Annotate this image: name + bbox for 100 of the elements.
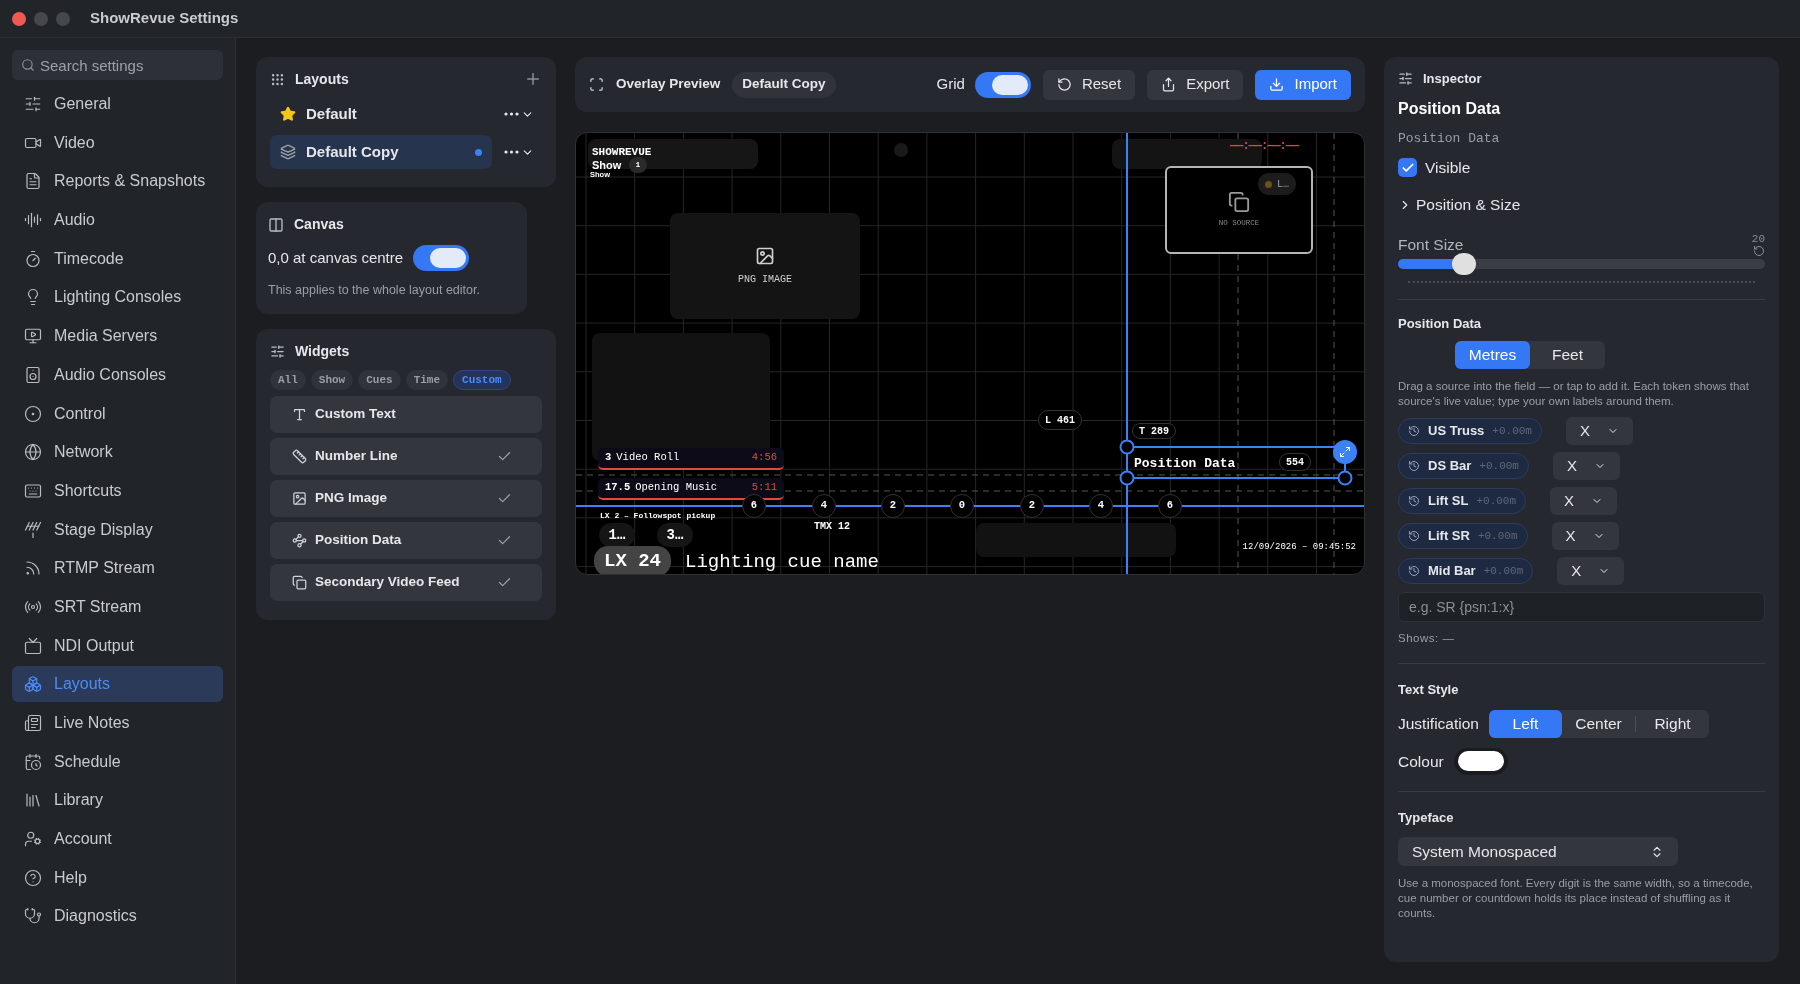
- layout-tag: Default Copy: [732, 71, 836, 98]
- reset-button[interactable]: Reset: [1042, 69, 1136, 100]
- filter-chip[interactable]: All: [270, 369, 306, 390]
- widget-row[interactable]: PNG Image: [270, 479, 542, 517]
- stethoscope-icon: [24, 907, 42, 926]
- typeface-select[interactable]: System Monospaced: [1398, 837, 1678, 867]
- layout-icon: [268, 216, 284, 233]
- slider[interactable]: [1398, 252, 1765, 275]
- brand-text: SHOWREVUE: [592, 145, 652, 160]
- sidebar-item[interactable]: Help: [12, 859, 223, 896]
- sidebar-item[interactable]: RTMP Stream: [12, 550, 223, 587]
- sidebar-item[interactable]: Stage Display: [12, 511, 223, 548]
- ghost-pill: L…: [1258, 173, 1296, 195]
- notes-icon: [24, 714, 42, 732]
- layout-item[interactable]: Default: [270, 97, 492, 131]
- segment-option[interactable]: Left: [1489, 709, 1562, 738]
- grid-toggle[interactable]: [974, 71, 1031, 98]
- widget-label: PNG Image: [315, 489, 388, 508]
- widget-heading: Position Data: [1398, 98, 1502, 119]
- widget-label: Position Data: [315, 531, 402, 550]
- sliders-icon: [1398, 71, 1413, 87]
- ruler-icon: [292, 448, 307, 464]
- source-token[interactable]: Lift SL +0.00m: [1398, 488, 1527, 514]
- scale-handle[interactable]: [1333, 440, 1357, 464]
- card-title: Canvas: [294, 215, 344, 234]
- reset-icon[interactable]: [1753, 244, 1765, 257]
- close-button[interactable]: [12, 11, 26, 26]
- axis-dropdown[interactable]: X: [1551, 522, 1619, 550]
- segment-option[interactable]: Feet: [1530, 341, 1605, 369]
- sidebar-item[interactable]: Reports & Snapshots: [12, 163, 223, 200]
- widget-label: Custom Text: [315, 405, 396, 424]
- checkbox[interactable]: [1398, 158, 1417, 178]
- sidebar-item[interactable]: Control: [12, 395, 223, 432]
- number-line-tick: 2: [881, 494, 905, 518]
- filter-chip[interactable]: Cues: [358, 369, 401, 390]
- sidebar-item[interactable]: Library: [12, 782, 223, 819]
- section-disclosure[interactable]: Position & Size: [1398, 193, 1765, 217]
- source-token[interactable]: US Truss +0.00m: [1398, 418, 1542, 444]
- monitor-play-icon: [24, 327, 42, 346]
- segment-option[interactable]: Right: [1636, 709, 1709, 738]
- search-field[interactable]: Search settings: [12, 50, 223, 80]
- cue-chip: 1…: [599, 523, 635, 547]
- sidebar-item[interactable]: Shortcuts: [12, 472, 223, 509]
- sidebar-item[interactable]: Lighting Consoles: [12, 279, 223, 316]
- axis-dropdown[interactable]: X: [1557, 557, 1625, 585]
- sidebar-item[interactable]: Live Notes: [12, 705, 223, 741]
- antenna-icon: [24, 520, 42, 539]
- source-token[interactable]: DS Bar +0.00m: [1398, 453, 1529, 479]
- sidebar-item[interactable]: Layouts: [12, 666, 223, 703]
- sidebar-item[interactable]: Audio: [12, 202, 223, 239]
- cue-row: 3 Video Roll 4:56: [598, 448, 784, 470]
- layout-item[interactable]: Default Copy: [270, 135, 492, 169]
- filter-chip[interactable]: Show: [310, 369, 354, 390]
- card-title: Layouts: [295, 69, 349, 89]
- sidebar-item[interactable]: Account: [12, 821, 223, 858]
- widget-row[interactable]: Custom Text: [270, 395, 542, 433]
- sidebar-item[interactable]: NDI Output: [12, 627, 223, 664]
- sidebar-item[interactable]: Video: [12, 124, 223, 161]
- waveform-icon: [24, 211, 42, 230]
- number-line-tick: 0: [950, 494, 974, 518]
- sidebar-item[interactable]: Diagnostics: [12, 898, 223, 935]
- text-cursor-icon: [292, 406, 307, 422]
- add-icon[interactable]: [524, 70, 542, 88]
- globe-icon: [24, 443, 42, 462]
- sidebar-item[interactable]: Network: [12, 434, 223, 471]
- import-button[interactable]: Import: [1255, 69, 1351, 100]
- widget-row[interactable]: Number Line: [270, 437, 542, 475]
- sidebar-item[interactable]: Timecode: [12, 240, 223, 277]
- history-icon: [1408, 530, 1420, 542]
- source-token[interactable]: Mid Bar +0.00m: [1398, 558, 1534, 584]
- toggle-switch[interactable]: [413, 245, 470, 271]
- axis-dropdown[interactable]: X: [1565, 417, 1633, 445]
- image-icon: [292, 490, 307, 506]
- timestamp: 12/09/2026 – 09:45:52: [1242, 541, 1356, 554]
- source-token[interactable]: Lift SR +0.00m: [1398, 523, 1528, 549]
- slider-thumb[interactable]: [1452, 252, 1477, 275]
- sidebar-item[interactable]: Media Servers: [12, 318, 223, 355]
- sidebar-item[interactable]: Schedule: [12, 743, 223, 780]
- axis-dropdown[interactable]: X: [1552, 452, 1620, 480]
- sidebar-item[interactable]: SRT Stream: [12, 588, 223, 625]
- sidebar-item[interactable]: General: [12, 86, 223, 122]
- filter-chip[interactable]: Custom: [453, 369, 511, 390]
- width-readout: 554: [1279, 453, 1311, 471]
- widget-row[interactable]: Secondary Video Feed: [270, 563, 542, 601]
- clock-readout: ——:——:——:——: [1230, 138, 1299, 155]
- axis-dropdown[interactable]: X: [1550, 487, 1618, 515]
- followspot-label: LX 2 – Followspot pickup: [600, 510, 716, 522]
- helper-text: Use a monospaced font. Every digit is the same width, so a timecode, cue number or countdown holds its place instead of shuffling as it counts.: [1398, 876, 1754, 922]
- widget-row[interactable]: Position Data: [270, 521, 542, 559]
- sliders-icon: [270, 343, 285, 359]
- history-icon: [1408, 425, 1420, 437]
- export-button[interactable]: Export: [1147, 69, 1244, 100]
- sidebar-item[interactable]: Audio Consoles: [12, 356, 223, 393]
- segment-option[interactable]: Metres: [1455, 341, 1530, 369]
- tmx-label: TMX 12: [814, 520, 850, 534]
- filter-chip[interactable]: Time: [405, 369, 449, 390]
- top-readout: T 289: [1132, 423, 1176, 439]
- expression-field[interactable]: e.g. SR {psn:1:x}: [1398, 592, 1765, 622]
- segment-option[interactable]: Center: [1562, 709, 1635, 738]
- colour-swatch[interactable]: [1457, 751, 1504, 772]
